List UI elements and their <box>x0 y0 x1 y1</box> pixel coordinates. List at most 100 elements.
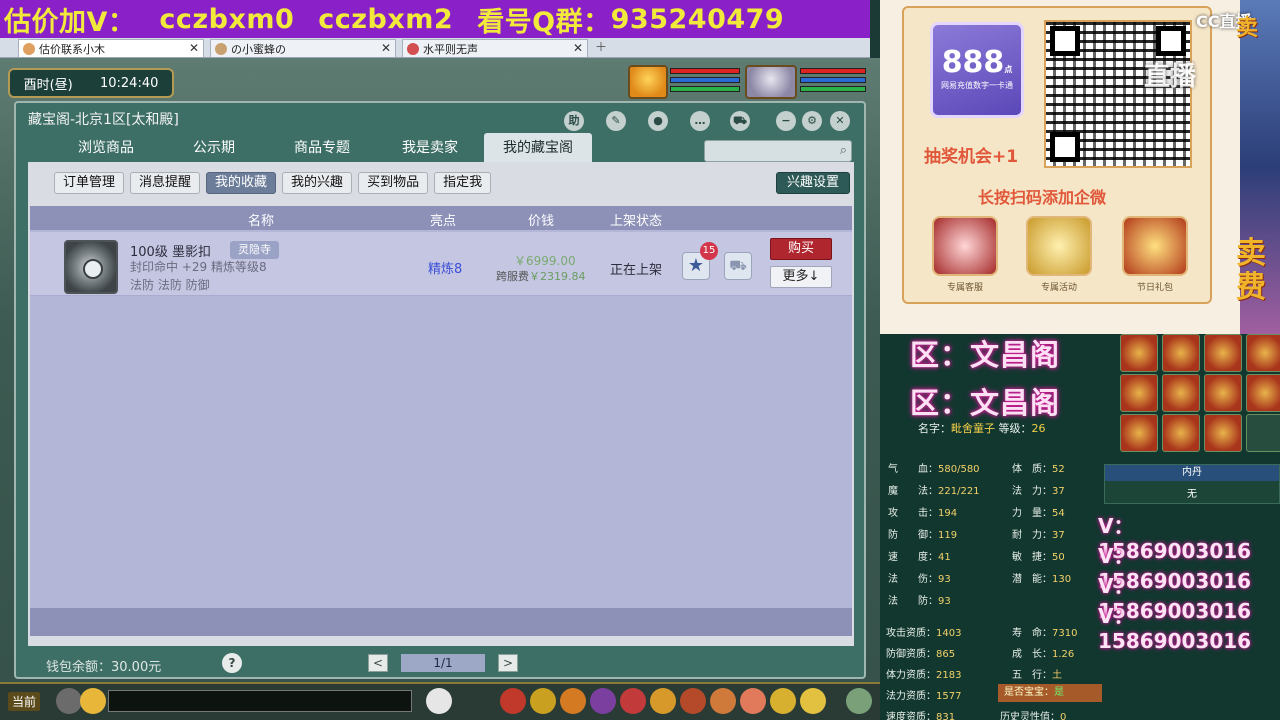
item-fee: 跨服费￥2319.84 <box>496 268 586 284</box>
skill-2-icon[interactable] <box>1162 334 1200 372</box>
skill-3-icon[interactable] <box>1204 334 1242 372</box>
skill-10-icon[interactable] <box>1162 414 1200 452</box>
contact-overlay-4: V：15869003016 <box>1098 604 1252 653</box>
subtab-designated[interactable]: 指定我 <box>434 172 492 194</box>
mp-bar <box>670 77 740 83</box>
perk-label: 专属活动 <box>1040 283 1077 293</box>
banner-text-5: 935240479 <box>610 3 785 35</box>
player-portrait-icon[interactable] <box>628 65 668 99</box>
tab-my-pavilion[interactable]: 我的藏宝阁 <box>484 133 592 163</box>
stat-row: 攻 击：194 <box>888 508 958 519</box>
skill-7-icon[interactable] <box>1204 374 1242 412</box>
quest-icon[interactable] <box>560 688 586 714</box>
browser-tab-1[interactable]: 估价联系小木 ✕ <box>18 39 204 57</box>
question-icon[interactable]: ? <box>222 653 242 673</box>
clock-time: 10:24:40 <box>99 75 159 91</box>
skill-5-icon[interactable] <box>1120 374 1158 412</box>
stat-row: 潜 能：130 <box>1012 574 1072 585</box>
subtab-messages[interactable]: 消息提醒 <box>130 172 201 194</box>
stat-row: 速度资质：831 <box>886 712 956 720</box>
tab-seller[interactable]: 我是卖家 <box>376 133 484 163</box>
promo-card: 888点 网易充值数字一卡通 抽奖机会+1 长按扫码添加企微 专属客服 专属活动… <box>902 6 1212 304</box>
treasure-pavilion-window: 藏宝阁-北京1区[太和殿] 助 ✎ ● … ⛟ − ⚙ ✕ 浏览商品 公示期 商… <box>14 101 866 679</box>
close-icon[interactable]: ✕ <box>381 41 391 55</box>
skill-1-icon[interactable] <box>1120 334 1158 372</box>
server-tag: 灵隐寺 <box>230 241 279 259</box>
voice-icon[interactable] <box>56 688 82 714</box>
activity-icon[interactable] <box>770 688 796 714</box>
subtab-orders[interactable]: 订单管理 <box>54 172 125 194</box>
team-icon[interactable] <box>590 688 616 714</box>
stat-row: 法 防：93 <box>888 596 951 607</box>
skill-6-icon[interactable] <box>1162 374 1200 412</box>
shop-icon[interactable] <box>710 688 736 714</box>
settings-icon[interactable]: ⚙ <box>802 111 822 131</box>
chat-channel[interactable]: 当前 <box>8 692 41 711</box>
stat-row: 体 质：52 <box>1012 464 1065 475</box>
emoji-icon[interactable] <box>80 688 106 714</box>
jade-clasp-icon[interactable] <box>64 240 118 294</box>
more-button[interactable]: 更多↓ <box>770 266 832 288</box>
table-row[interactable]: 100级 墨影扣 灵隐寺 封印命中 +29 精炼等级8 法防 法防 防御 精炼8… <box>30 232 852 296</box>
close-icon[interactable]: ✕ <box>830 111 850 131</box>
stat-row: 寿 命：7310 <box>1012 628 1078 639</box>
scroll-icon <box>1026 216 1092 276</box>
side-text-3: 卖 <box>1236 16 1259 41</box>
skill-9-icon[interactable] <box>1120 414 1158 452</box>
chat-input[interactable] <box>108 690 412 712</box>
edit-icon[interactable]: ✎ <box>606 111 626 131</box>
subtab-favorites[interactable]: 我的收藏 <box>206 172 277 194</box>
clock-period: 酉时(昼) <box>23 77 73 93</box>
item-highlight[interactable]: 精炼8 <box>428 258 462 277</box>
favorites-table: 名称 亮点 价钱 上架状态 100级 墨影扣 灵隐寺 封印命中 +29 精炼等级… <box>30 206 852 636</box>
stat-row: 法力资质：1577 <box>886 691 962 702</box>
skill-4-icon[interactable] <box>1246 334 1280 372</box>
stat-row: 耐 力：37 <box>1012 530 1065 541</box>
cc-live-watermark: 直播 <box>1144 62 1197 92</box>
bag-icon[interactable] <box>500 688 526 714</box>
subtab-bought[interactable]: 买到物品 <box>358 172 429 194</box>
banner-text-3: cczbxm2 <box>318 3 454 35</box>
chat-icon[interactable]: … <box>690 111 710 131</box>
guild-icon[interactable] <box>680 688 706 714</box>
new-tab-icon[interactable]: ＋ <box>594 41 608 55</box>
search-icon[interactable]: ⌕ <box>840 143 847 158</box>
cart-icon[interactable]: ⛟ <box>730 111 750 131</box>
prev-page-button[interactable]: < <box>368 654 388 672</box>
menu-icon[interactable] <box>846 688 872 714</box>
banner-text-2: cczbxm0 <box>159 3 295 35</box>
tab-browse[interactable]: 浏览商品 <box>52 133 160 163</box>
pet-portrait-icon[interactable] <box>745 65 797 99</box>
stat-row: 法 伤：93 <box>888 574 951 585</box>
inner-core-box: 内丹 无 <box>1104 464 1280 504</box>
close-icon[interactable]: ✕ <box>189 41 199 55</box>
tab-public[interactable]: 公示期 <box>160 133 268 163</box>
qr-code <box>1044 20 1192 168</box>
pet-icon[interactable] <box>426 688 452 714</box>
skill-12-icon[interactable] <box>1246 414 1280 452</box>
record-icon[interactable]: ● <box>648 111 668 131</box>
browser-tab-label: 水平则无声 <box>423 42 478 56</box>
minimize-icon[interactable]: − <box>776 111 796 131</box>
add-to-cart-icon[interactable]: ⛟ <box>724 252 752 280</box>
skill-11-icon[interactable] <box>1204 414 1242 452</box>
browser-tab-3[interactable]: 水平则无声 ✕ <box>402 39 588 57</box>
interest-settings-button[interactable]: 兴趣设置 <box>775 172 850 194</box>
pet-skill-grid <box>1116 334 1280 458</box>
subtab-interests[interactable]: 我的兴趣 <box>282 172 353 194</box>
system-icon[interactable] <box>800 688 826 714</box>
skill-8-icon[interactable] <box>1246 374 1280 412</box>
help-icon[interactable]: 助 <box>564 111 584 131</box>
mail-icon[interactable] <box>740 688 766 714</box>
skill-icon[interactable] <box>530 688 556 714</box>
table-footer <box>30 608 852 636</box>
browser-tab-2[interactable]: の小蜜蜂の ✕ <box>210 39 396 57</box>
gift-icon[interactable] <box>620 688 646 714</box>
friend-icon[interactable] <box>650 688 676 714</box>
close-icon[interactable]: ✕ <box>573 41 583 55</box>
search-input[interactable]: ⌕ <box>704 140 852 162</box>
next-page-button[interactable]: > <box>498 654 518 672</box>
level-label: 等级： <box>998 422 1032 435</box>
tab-topics[interactable]: 商品专题 <box>268 133 376 163</box>
buy-button[interactable]: 购买 <box>770 238 832 260</box>
